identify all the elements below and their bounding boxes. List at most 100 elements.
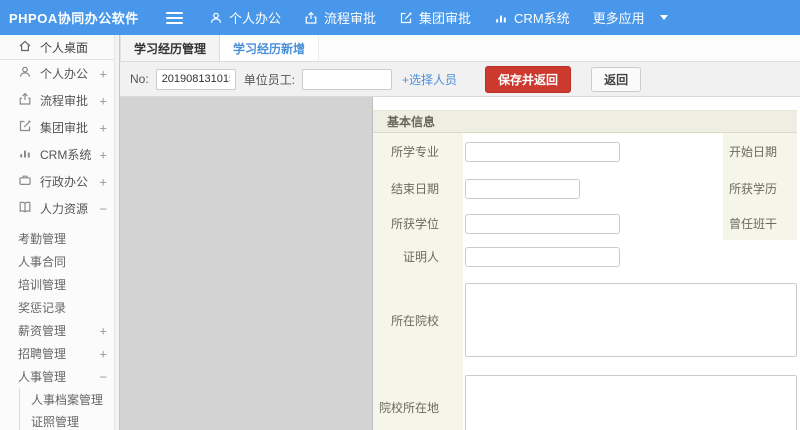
edit-icon [18,119,32,136]
nav-item-group-approval[interactable]: 集团审批 [399,8,471,27]
nav-item-personal-office[interactable]: 个人办公 [209,8,281,27]
nav-item-workflow-approval[interactable]: 流程审批 [304,8,376,27]
sidebar-item-label: 集团审批 [40,121,89,135]
save-and-return-button[interactable]: 保存并返回 [485,65,572,93]
start-date-label: 开始日期 [723,133,797,170]
sidebar-item-hr[interactable]: 人力资源 − [0,195,119,222]
no-input[interactable] [155,68,236,90]
sidebar-item-certificates[interactable]: 证照管理 [20,410,119,430]
sidebar-item-label: 考勤管理 [18,232,67,246]
reference-cell [463,240,723,273]
expand-plus-icon[interactable]: + [99,323,107,338]
nav-item-crm-system[interactable]: CRM系统 [494,8,570,27]
content-area: 学习经历管理 学习经历新增 No: 单位员工: +选择人员 保存并返回 返回 基… [120,35,800,430]
sidebar-scrollbar[interactable] [114,35,119,430]
nav-item-more-apps[interactable]: 更多应用 [593,8,668,27]
tab-label: 学习经历管理 [134,41,207,56]
expand-plus-icon[interactable]: + [99,93,107,108]
sidebar-item-group-approval[interactable]: 集团审批 + [0,114,119,141]
expand-minus-icon[interactable]: − [99,201,107,216]
upload-icon [304,11,318,25]
tab-study-experience-management[interactable]: 学习经历管理 [120,35,221,61]
expand-plus-icon[interactable]: + [99,147,107,162]
expand-plus-icon[interactable]: + [99,66,107,81]
person-icon [209,11,223,25]
sidebar-item-salary[interactable]: 薪资管理 + [0,319,119,342]
major-input[interactable] [465,141,620,162]
sidebar-item-label: 奖惩记录 [18,301,67,315]
sidebar-item-training[interactable]: 培训管理 [0,273,119,296]
sidebar-item-reward-punishment[interactable]: 奖惩记录 [0,296,119,319]
sidebar-item-personnel[interactable]: 人事管理 − [0,365,119,388]
institution-location-textarea[interactable] [465,375,797,430]
expand-plus-icon[interactable]: + [99,346,107,361]
end-date-cell [463,170,723,207]
end-date-input[interactable] [465,178,580,199]
menu-icon[interactable] [166,11,183,24]
institution-location-cell [463,367,797,430]
home-icon [18,39,32,56]
section-title: 基本信息 [373,110,797,133]
sidebar-item-admin-office[interactable]: 行政办公 + [0,168,119,195]
return-button[interactable]: 返回 [591,66,642,92]
sidebar: 个人桌面 个人办公 + 流程审批 + 集团审批 + CRM系统 + 行政办公 +… [0,35,120,430]
major-label: 所学专业 [373,133,463,170]
sidebar-item-label: 个人办公 [40,67,89,81]
form-grid: 所学专业 开始日期 结束日期 所获学历 所获学位 曾任班干 证明人 所在院校 院… [373,133,797,430]
briefcase-icon [18,173,32,190]
institution-label: 所在院校 [373,273,463,367]
select-personnel-link[interactable]: +选择人员 [402,71,457,88]
top-header: PHPOA协同办公软件 个人办公 流程审批 集团审批 CRM系统 更多应用 [0,0,800,35]
tab-strip: 学习经历管理 学习经历新增 [120,35,800,62]
expand-plus-icon[interactable]: + [99,174,107,189]
app-logo: PHPOA协同办公软件 [9,11,139,26]
sidebar-item-label: 培训管理 [18,278,67,292]
work-area: 基本信息 所学专业 开始日期 结束日期 所获学历 所获学位 曾任班干 证明人 所… [120,97,800,430]
expand-minus-icon[interactable]: − [99,369,107,384]
sidebar-item-workflow-approval[interactable]: 流程审批 + [0,87,119,114]
expand-plus-icon[interactable]: + [99,120,107,135]
personnel-submenu: 人事档案管理 证照管理 [19,388,119,430]
nav-label: 集团审批 [419,11,472,26]
nav-label: 更多应用 [592,11,645,26]
degree-input[interactable] [465,213,620,234]
tab-label: 学习经历新增 [233,41,306,56]
app-window: PHPOA协同办公软件 个人办公 流程审批 集团审批 CRM系统 更多应用 个人… [0,0,800,430]
no-label: No: [130,72,149,86]
sidebar-item-personal-office[interactable]: 个人办公 + [0,60,119,87]
upload-icon [18,92,32,109]
class-officer-label: 曾任班干 [723,207,797,240]
form-toolbar: No: 单位员工: +选择人员 保存并返回 返回 [120,62,800,97]
sidebar-item-hr-contract[interactable]: 人事合同 [0,250,119,273]
sidebar-item-label: 流程审批 [40,94,89,108]
empty-cell [723,240,797,273]
institution-location-label: 院校所在地 [373,367,463,430]
institution-textarea[interactable] [465,283,797,357]
sidebar-item-label: 人力资源 [40,202,89,216]
degree-label: 所获学位 [373,207,463,240]
reference-label: 证明人 [373,240,463,273]
top-nav: 个人办公 流程审批 集团审批 CRM系统 更多应用 [209,8,668,27]
backdrop [120,97,372,430]
sidebar-item-label: 招聘管理 [18,347,67,361]
sidebar-item-label: 人事管理 [18,370,67,384]
nav-label: 个人办公 [229,11,282,26]
sidebar-item-crm-system[interactable]: CRM系统 + [0,141,119,168]
employee-input[interactable] [302,68,393,90]
chart-icon [18,146,32,163]
sidebar-item-label: 个人桌面 [40,40,89,55]
sidebar-item-personal-desktop[interactable]: 个人桌面 [0,35,119,60]
tab-study-experience-new[interactable]: 学习经历新增 [220,35,320,61]
nav-label: 流程审批 [324,11,377,26]
reference-input[interactable] [465,246,620,267]
chevron-down-icon [659,15,668,20]
sidebar-item-attendance[interactable]: 考勤管理 [0,227,119,250]
sidebar-item-label: 行政办公 [40,175,89,189]
sidebar-item-label: 人事档案管理 [31,392,104,407]
major-cell [463,133,723,170]
sidebar-item-personnel-files[interactable]: 人事档案管理 [20,388,119,410]
book-icon [18,200,32,217]
degree-cell [463,207,723,240]
sidebar-item-recruitment[interactable]: 招聘管理 + [0,342,119,365]
education-label: 所获学历 [723,170,797,207]
